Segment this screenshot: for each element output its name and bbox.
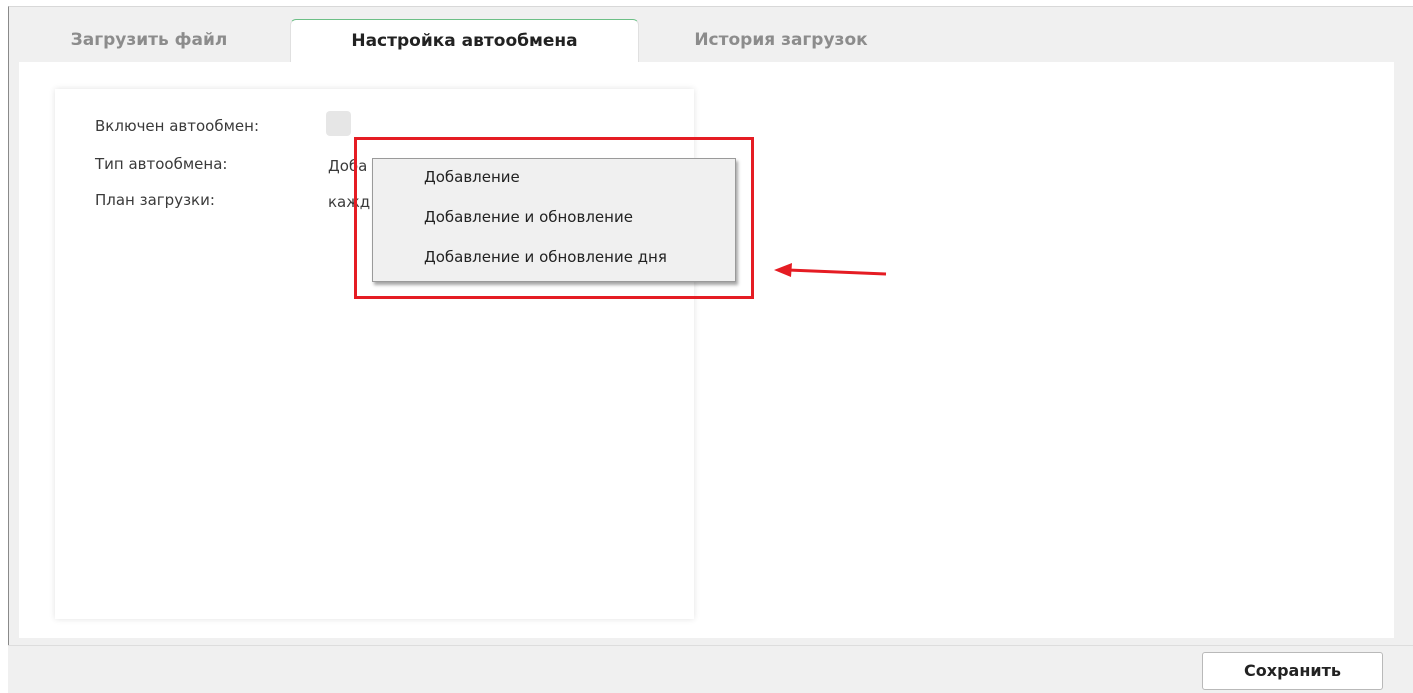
dropdown-option-add[interactable]: Добавление <box>424 168 520 186</box>
auto-exchange-checkbox[interactable] <box>326 111 351 136</box>
exchange-type-select[interactable]: Доба <box>328 157 367 175</box>
dropdown-option-add-update-day[interactable]: Добавление и обновление дня <box>424 248 667 266</box>
exchange-type-dropdown: Добавление Добавление и обновление Добав… <box>372 158 736 282</box>
auto-exchange-label: Включен автообмен: <box>95 117 260 135</box>
schedule-label: План загрузки: <box>95 191 215 209</box>
save-button[interactable]: Сохранить <box>1202 652 1383 690</box>
arrow-left-icon <box>774 263 887 277</box>
tab-auto-exchange-settings[interactable]: Настройка автообмена <box>290 19 639 64</box>
dropdown-option-add-update[interactable]: Добавление и обновление <box>424 208 633 226</box>
tab-upload-file[interactable]: Загрузить файл <box>39 19 259 61</box>
exchange-type-label: Тип автообмена: <box>95 155 228 173</box>
tab-bar: Загрузить файл Настройка автообмена Исто… <box>9 7 1413 64</box>
tab-upload-history[interactable]: История загрузок <box>649 19 913 61</box>
tab-content: Включен автообмен: Тип автообмена: Доба … <box>19 62 1394 638</box>
schedule-select[interactable]: кажд <box>328 193 370 211</box>
window-frame: Загрузить файл Настройка автообмена Исто… <box>8 6 1413 693</box>
